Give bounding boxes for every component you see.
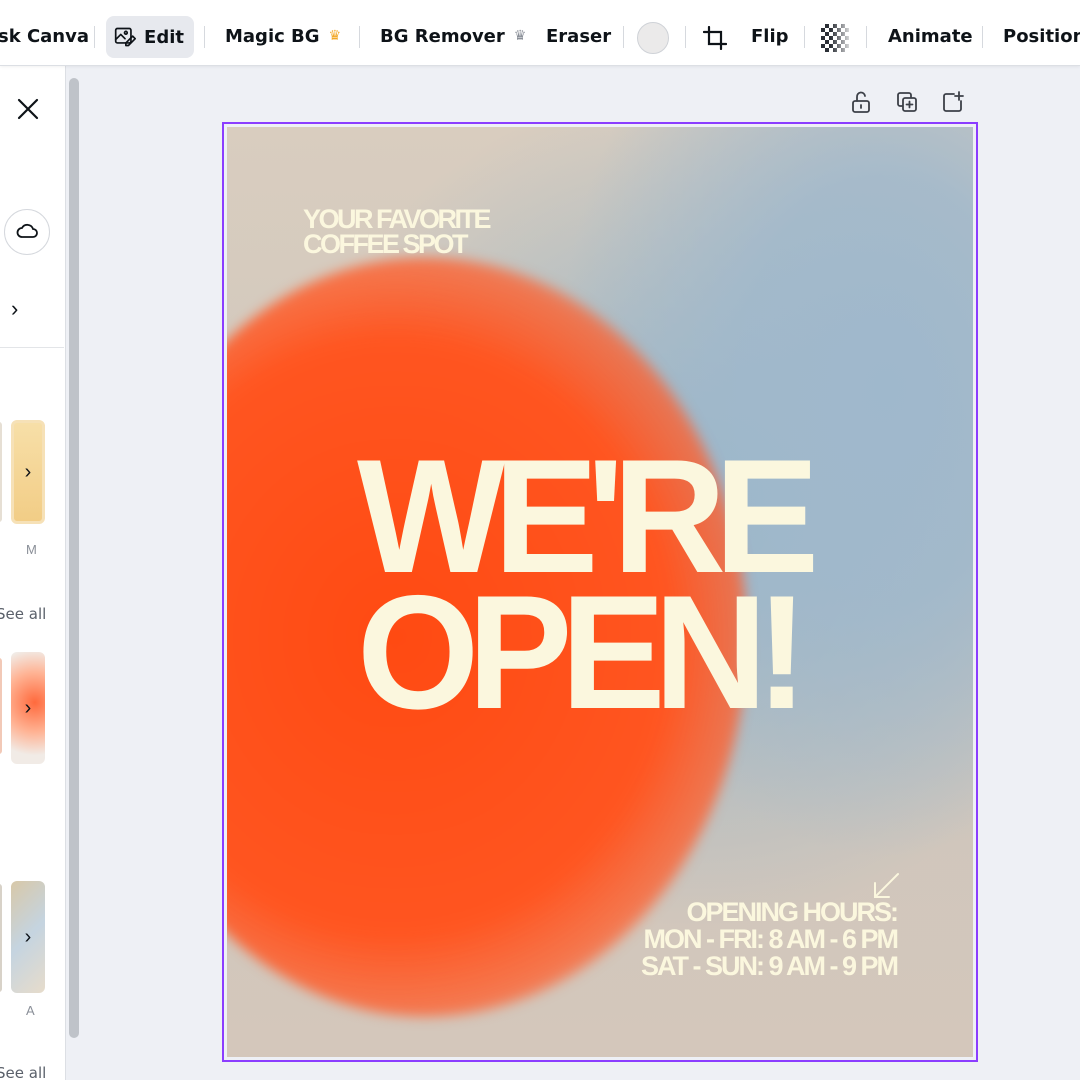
hours-title: OPENING HOURS: — [686, 897, 899, 927]
eraser-button[interactable]: Eraser — [546, 15, 611, 57]
flip-label: Flip — [751, 25, 789, 47]
add-page-icon[interactable] — [942, 91, 964, 113]
toolbar-divider — [359, 26, 360, 48]
position-label: Position — [1003, 25, 1080, 47]
bg-remover-label: BG Remover — [380, 25, 505, 47]
duplicate-icon[interactable] — [896, 91, 918, 113]
premium-crown-icon: ♛ — [513, 28, 527, 44]
toolbar-divider — [804, 26, 805, 48]
thumbnail-edge — [0, 658, 2, 754]
ask-canva-button[interactable]: sk Canva — [0, 15, 89, 57]
bg-remover-button[interactable]: BG Remover ♛ — [380, 15, 526, 57]
panel-scrollbar[interactable] — [69, 78, 79, 1038]
template-thumbnail[interactable]: › — [11, 881, 45, 993]
poster-headline: WE'RE OPEN! — [357, 436, 819, 743]
chevron-right-icon[interactable]: › — [11, 296, 18, 322]
hours-weekday: MON - FRI: 8 AM - 6 PM — [643, 924, 900, 954]
toolbar-divider — [982, 26, 983, 48]
opening-hours: OPENING HOURS: MON - FRI: 8 AM - 6 PM SA… — [640, 897, 900, 981]
poster-tagline: YOUR FAVORITE COFFEE SPOT — [303, 206, 623, 259]
side-panel: › › M See all › › A See all — [0, 66, 66, 1080]
poster-canvas[interactable]: YOUR FAVORITE COFFEE SPOT WE'RE OPEN! OP… — [227, 127, 973, 1057]
thumbnail-edge — [0, 884, 2, 992]
toolbar-divider — [866, 26, 867, 48]
headline-line: OPEN! — [357, 562, 808, 743]
chevron-right-icon[interactable]: › — [25, 926, 32, 949]
see-all-link[interactable]: See all — [0, 605, 46, 623]
edit-label: Edit — [144, 26, 184, 48]
color-swatch-button[interactable] — [637, 22, 669, 54]
animate-button[interactable]: Animate — [888, 15, 973, 57]
close-icon[interactable] — [17, 98, 39, 120]
transparency-icon[interactable] — [821, 24, 849, 52]
thumbnail-edge — [0, 422, 2, 522]
ask-canva-label: sk Canva — [0, 25, 90, 47]
top-toolbar: sk Canva Edit Magic BG ♛ BG Remover ♛ Er… — [0, 0, 1080, 66]
chevron-right-icon[interactable]: › — [25, 461, 32, 484]
magic-bg-button[interactable]: Magic BG ♛ — [225, 15, 341, 57]
thumbnail-caption: M — [26, 542, 37, 557]
crop-icon[interactable] — [703, 26, 727, 50]
tagline-line: COFFEE SPOT — [303, 229, 469, 259]
premium-crown-icon: ♛ — [328, 28, 342, 44]
magic-bg-label: Magic BG — [225, 25, 320, 47]
arrow-down-left-icon — [874, 873, 899, 898]
position-button[interactable]: Position — [1003, 15, 1080, 57]
unlock-icon[interactable] — [850, 91, 872, 113]
animate-label: Animate — [888, 25, 973, 47]
toolbar-divider — [623, 26, 624, 48]
hours-weekend: SAT - SUN: 9 AM - 9 PM — [640, 951, 899, 981]
see-all-link[interactable]: See all — [0, 1064, 46, 1080]
chevron-right-icon[interactable]: › — [25, 697, 32, 720]
toolbar-divider — [685, 26, 686, 48]
edit-image-icon — [114, 27, 137, 47]
edit-image-button[interactable]: Edit — [106, 16, 194, 58]
upload-cloud-button[interactable] — [4, 209, 50, 255]
template-thumbnail[interactable]: › — [11, 652, 45, 764]
panel-divider — [0, 347, 64, 348]
eraser-label: Eraser — [546, 25, 612, 47]
flip-button[interactable]: Flip — [751, 15, 789, 57]
thumbnail-caption: A — [26, 1003, 35, 1018]
template-thumbnail[interactable]: › — [11, 420, 45, 524]
toolbar-divider — [94, 26, 95, 48]
cloud-icon — [16, 223, 38, 238]
toolbar-divider — [204, 26, 205, 48]
